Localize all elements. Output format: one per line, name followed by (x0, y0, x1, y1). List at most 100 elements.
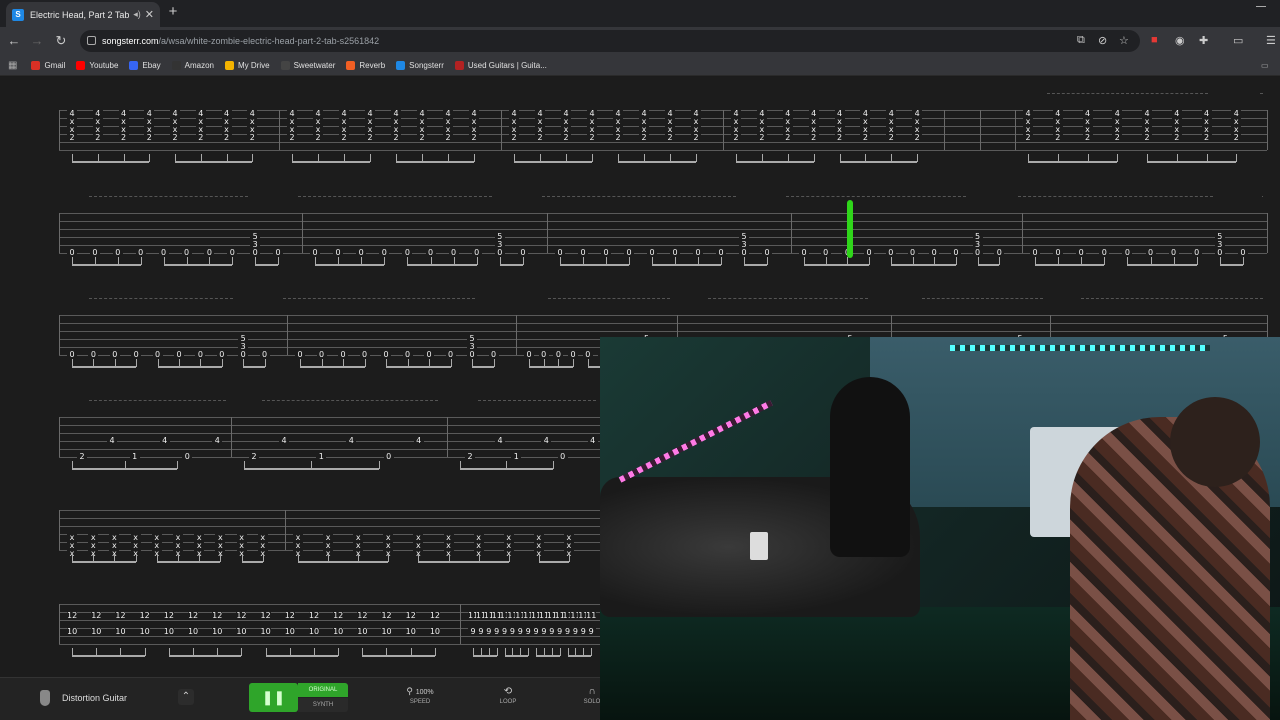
note-stem (528, 648, 530, 656)
note-stem (136, 359, 138, 367)
tab-note: 4 (587, 437, 598, 445)
site-info-icon[interactable] (87, 36, 96, 45)
original-audio-toggle[interactable]: ORIGINAL (298, 683, 348, 697)
install-icon[interactable]: ⧉ (1077, 34, 1085, 47)
play-pause-button[interactable]: ❚❚ (249, 683, 298, 712)
synth-audio-toggle[interactable]: SYNTH (298, 698, 348, 712)
forward-icon[interactable]: → (29, 33, 45, 48)
back-icon[interactable]: ← (6, 33, 22, 48)
bookmark-item[interactable]: Used Guitars | Guita... (454, 60, 547, 70)
note-stem (252, 154, 254, 162)
tab-note: 3 (494, 241, 505, 249)
staff-line (59, 150, 1267, 151)
barline-end (1267, 213, 1268, 253)
tab-note: 2 (339, 134, 349, 142)
sidepanel-icon[interactable]: ▭ (1233, 34, 1243, 47)
tab-note: 2 (221, 134, 232, 142)
note-beam (72, 468, 178, 470)
note-beam (736, 161, 814, 163)
note-beam (473, 655, 497, 657)
tab-note: 5 (972, 233, 983, 241)
loop-button[interactable]: ⟲ LOOP (488, 686, 528, 705)
staff-line (59, 323, 1267, 324)
tab-note: 4 (107, 437, 117, 445)
bookmark-item[interactable]: My Drive (225, 60, 270, 70)
star-icon[interactable]: ☆ (1119, 34, 1129, 47)
staff-line (59, 417, 600, 418)
barline (516, 315, 517, 355)
speed-button[interactable]: ⚲ 100% SPEED (400, 686, 440, 705)
folder-icon[interactable]: ▭ (1261, 61, 1269, 70)
tab-note: 5 (494, 233, 505, 241)
instrument-selector[interactable]: Distortion Guitar (40, 690, 127, 706)
cup (750, 532, 768, 560)
extension-abp-icon[interactable]: ■ (1151, 34, 1158, 46)
tab-note: 2 (834, 134, 845, 142)
close-tab-icon[interactable]: ✕ (145, 8, 154, 21)
bookmark-favicon-icon (346, 60, 356, 70)
minimize-icon[interactable] (1256, 6, 1266, 7)
note-beam (804, 264, 870, 266)
note-beam (744, 264, 767, 266)
bookmark-item[interactable]: Gmail (31, 60, 65, 70)
note-beam (499, 264, 523, 266)
tab-note: 12 (67, 611, 78, 620)
note-beam (255, 264, 279, 266)
menu-icon[interactable]: ☰ (1266, 34, 1276, 47)
tab-note: 0 (553, 351, 564, 359)
note-stem (559, 648, 561, 656)
apps-icon[interactable]: ▦ (8, 60, 17, 71)
bookmark-item[interactable]: Ebay (129, 60, 161, 70)
note-beam (460, 468, 553, 470)
bookmark-item[interactable]: Reverb (346, 60, 385, 70)
reload-icon[interactable]: ↻ (53, 33, 69, 49)
tab-note: 2 (1023, 134, 1033, 142)
note-beam (504, 655, 529, 657)
note-stem (1104, 257, 1106, 265)
note-beam (514, 161, 592, 163)
tab-note: 2 (587, 134, 597, 142)
audio-icon[interactable]: ◂) (133, 9, 141, 20)
barline (302, 213, 303, 253)
note-stem (338, 648, 340, 656)
staff-line (59, 526, 600, 527)
note-stem (1117, 154, 1119, 162)
tab-note: 2 (249, 453, 259, 461)
browser-tab[interactable]: S Electric Head, Part 2 Tab by ◂) ✕ (6, 2, 160, 27)
chevron-up-icon[interactable]: ⌃ (178, 689, 194, 705)
tab-note: 0 (310, 249, 320, 257)
bookmark-item[interactable]: Sweetwater (280, 60, 335, 70)
bookmark-item[interactable]: Songsterr (396, 60, 444, 70)
palm-mute-extent (1262, 196, 1263, 197)
bookmark-item[interactable]: Youtube (76, 60, 118, 70)
tab-note: 0 (383, 453, 394, 461)
playback-cursor (847, 200, 853, 258)
tab-note: 0 (467, 351, 477, 359)
palm-mute-extent (1081, 298, 1263, 299)
tab-note: 2 (1052, 134, 1063, 142)
tab-note: 12 (284, 611, 295, 620)
tab-note: 10 (429, 627, 440, 636)
barline (59, 213, 60, 253)
tab-note: 0 (517, 249, 528, 257)
extensions-icon[interactable]: ✚ (1199, 34, 1208, 47)
bookmark-item[interactable]: Amazon (171, 60, 214, 70)
tab-note: 2 (92, 134, 103, 142)
tab-note: 1 (129, 453, 140, 461)
tab-note: 0 (716, 249, 726, 257)
tab-note: 2 (808, 134, 819, 142)
staff-line (59, 620, 600, 621)
eye-off-icon[interactable]: ⊘ (1098, 34, 1107, 47)
note-stem (813, 154, 815, 162)
solo-button[interactable]: ∩ SOLO (572, 686, 612, 705)
tab-note: 0 (693, 249, 703, 257)
note-beam (890, 264, 956, 266)
extension-circle-icon[interactable]: ◉ (1175, 34, 1185, 47)
tab-note: 12 (333, 611, 344, 620)
new-tab-button[interactable]: + (165, 4, 181, 21)
note-stem (869, 257, 871, 265)
note-stem (434, 648, 436, 656)
tab-note: 5 (238, 335, 249, 343)
speed-icon: ⚲ 100% (406, 686, 434, 696)
url-input[interactable]: songsterr.com/a/wsa/white-zombie-electri… (80, 30, 1140, 52)
